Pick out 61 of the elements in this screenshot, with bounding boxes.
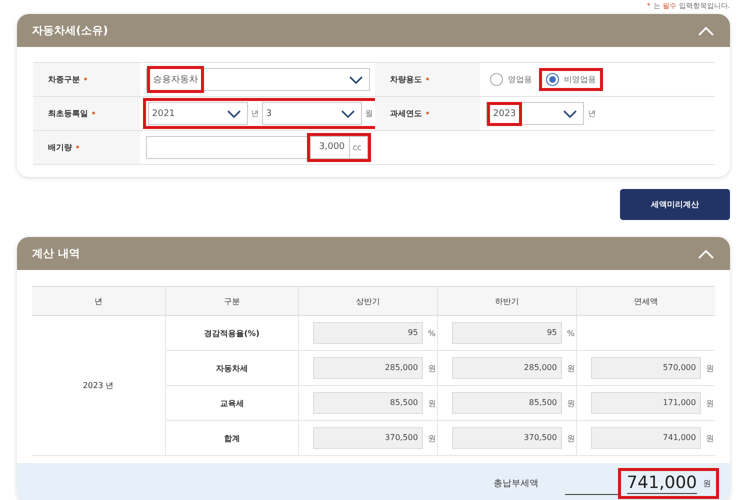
amount-field: 370,500 <box>313 427 423 449</box>
field-label: 차종구분 • <box>33 63 140 96</box>
column-header: 연세액 <box>576 286 715 316</box>
unit-label: 원 <box>428 398 436 408</box>
unit-label: 원 <box>567 432 575 444</box>
amount-field: 85,500 <box>452 392 562 414</box>
field-label: 최초등록일 • <box>33 97 140 130</box>
unit-label: 원 <box>706 432 714 444</box>
radio-option[interactable]: 영업용 <box>486 71 536 88</box>
amount-field: 570,000 <box>591 357 701 379</box>
amount-field: 171,000 <box>591 392 701 414</box>
amount-field: 95 <box>313 322 423 344</box>
radio-option[interactable]: 비영업용 <box>542 71 600 88</box>
unit-label: 월 <box>365 108 373 119</box>
section-title: 계산 내역 <box>32 246 80 261</box>
tax-year-select[interactable]: 2023 <box>486 102 584 125</box>
unit-label: % <box>428 328 436 338</box>
amount-field: 370,500 <box>452 427 562 449</box>
date-select[interactable]: 2021 <box>148 102 248 125</box>
row-label: 자동차세 <box>165 350 298 386</box>
unit-label: 원 <box>567 362 575 374</box>
calculate-button[interactable]: 세액미리계산 <box>620 189 730 220</box>
field-label: 배기량 • <box>33 131 140 164</box>
amount-field: 285,000 <box>452 357 562 379</box>
chevron-up-icon[interactable] <box>698 248 714 258</box>
amount-field: 285,000 <box>313 357 423 379</box>
displacement-value: 3,000 <box>311 137 350 158</box>
year-cell: 2023 년 <box>32 316 166 456</box>
column-header: 년 <box>32 286 166 316</box>
column-header: 상반기 <box>298 286 438 316</box>
row-label: 경감적용율(%) <box>165 316 298 350</box>
unit-label: 원 <box>706 362 714 374</box>
unit-label: 원 <box>428 432 436 444</box>
amount-field: 95 <box>452 322 562 344</box>
unit-label: 원 <box>567 398 575 408</box>
chevron-down-icon <box>563 110 577 118</box>
section-title: 자동차세(소유) <box>32 23 108 38</box>
column-header: 구분 <box>165 286 298 316</box>
total-amount: 741,000 <box>626 472 697 494</box>
unit-label: 원 <box>703 478 711 488</box>
displacement-input[interactable] <box>146 136 310 159</box>
field-label: 과세연도 • <box>375 97 480 130</box>
amount-field: 741,000 <box>591 427 701 449</box>
unit-label: 년 <box>251 108 259 119</box>
row-label: 합계 <box>165 420 298 456</box>
unit-label: 원 <box>428 362 436 374</box>
column-header: 하반기 <box>438 286 576 316</box>
total-label: 총납부세액 <box>494 478 539 490</box>
unit-label: cc <box>352 143 363 152</box>
chevron-down-icon <box>349 76 363 84</box>
unit-label: % <box>567 328 575 338</box>
chevron-down-icon <box>341 110 355 118</box>
date-select[interactable]: 3 <box>262 102 362 125</box>
amount-field: 85,500 <box>313 392 423 414</box>
field-label: 차량용도 • <box>375 63 480 96</box>
chevron-up-icon[interactable] <box>698 26 714 36</box>
vehicle-type-select[interactable]: 승용자동차 <box>146 68 370 91</box>
chevron-down-icon <box>227 110 241 118</box>
unit-label: 원 <box>706 398 714 408</box>
row-label: 교육세 <box>165 386 298 420</box>
unit-label: 년 <box>588 108 596 119</box>
